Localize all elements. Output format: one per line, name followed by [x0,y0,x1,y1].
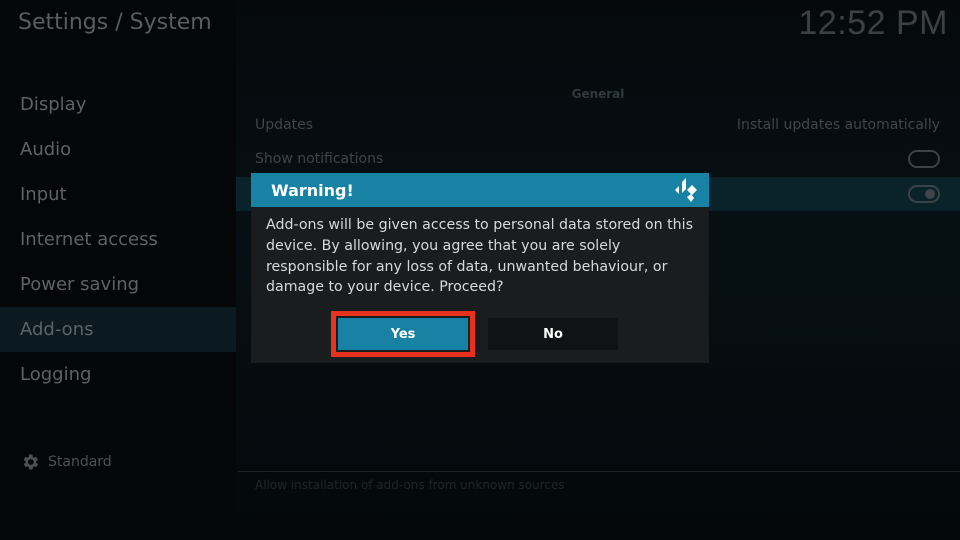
page-title: Settings / System [18,10,212,35]
sidebar-item-power-saving[interactable]: Power saving [0,262,236,307]
settings-level-label: Standard [48,454,112,470]
setting-value: Install updates automatically [736,117,940,133]
sidebar-item-add-ons[interactable]: Add-ons [0,307,236,352]
sidebar-item-internet-access[interactable]: Internet access [0,217,236,262]
gear-icon [23,454,38,470]
setting-show-notifications[interactable]: Show notifications [236,142,960,176]
setting-label: Updates [255,117,313,133]
kodi-logo-icon [675,178,697,202]
section-header: General [571,87,625,101]
setting-updates[interactable]: Updates Install updates automatically [236,108,960,142]
sidebar-item-audio[interactable]: Audio [0,127,236,172]
toggle-switch[interactable] [908,150,940,168]
help-text: Allow installation of add-ons from unkno… [255,478,565,492]
dialog-buttons: Yes No [331,311,618,357]
clock: 12:52 PM [798,4,948,42]
no-button[interactable]: No [488,318,618,350]
warning-dialog: Warning! Add-ons will be given access to… [251,173,709,363]
dialog-header: Warning! [251,173,709,207]
sidebar-item-input[interactable]: Input [0,172,236,217]
dialog-message: Add-ons will be given access to personal… [266,217,693,296]
setting-label: Show notifications [255,151,384,167]
yes-button[interactable]: Yes [331,311,475,357]
settings-level-button[interactable]: Standard [20,452,112,472]
dialog-title: Warning! [271,180,354,200]
sidebar-item-logging[interactable]: Logging [0,352,236,397]
sidebar: Display Audio Input Internet access Powe… [0,82,236,397]
toggle-switch[interactable] [908,185,940,203]
divider [238,471,960,472]
sidebar-item-display[interactable]: Display [0,82,236,127]
